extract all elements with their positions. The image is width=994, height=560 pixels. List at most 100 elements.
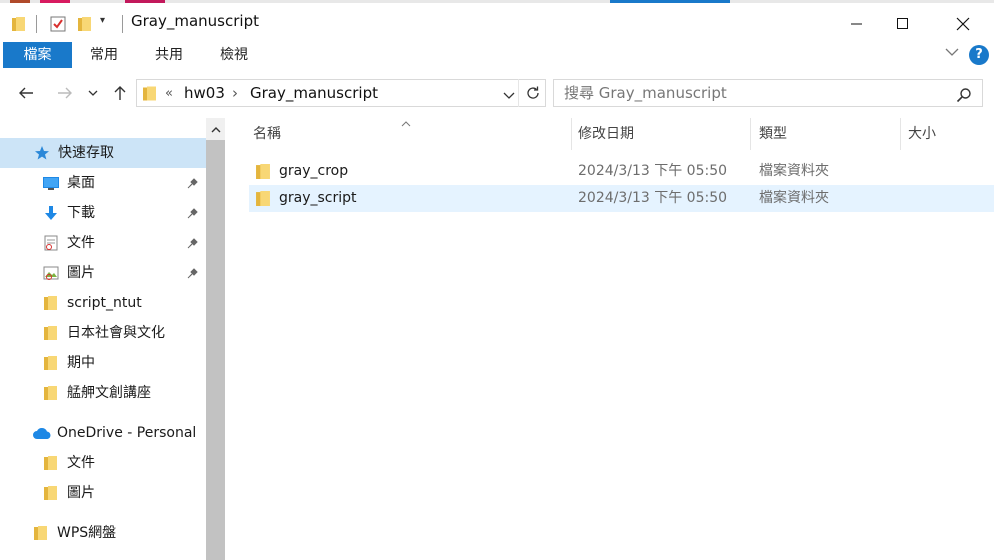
nav-item-wps[interactable]: WPS網盤	[0, 518, 206, 548]
nav-label-script-ntut: script_ntut	[67, 295, 142, 311]
nav-item-quick-access[interactable]: 快速存取	[0, 138, 206, 168]
search-placeholder: 搜尋 Gray_manuscript	[564, 84, 727, 102]
tab-home[interactable]: 常用	[80, 42, 128, 68]
nav-label-wps: WPS網盤	[57, 525, 117, 541]
nav-item-downloads[interactable]: 下載	[0, 198, 206, 228]
nav-label-quick-access: 快速存取	[58, 145, 114, 161]
scroll-up-button[interactable]	[206, 118, 225, 140]
desktop-icon	[43, 177, 59, 190]
arrow-left-icon	[19, 87, 33, 99]
window-title: Gray_manuscript	[131, 12, 259, 30]
nav-item-pictures[interactable]: 圖片	[0, 258, 206, 288]
file-row-gray-crop[interactable]: gray_crop 2024/3/13 下午 05:50 檔案資料夾	[249, 158, 994, 185]
tab-share[interactable]: 共用	[145, 42, 193, 68]
breadcrumb-separator[interactable]: ›	[232, 80, 238, 107]
column-divider[interactable]	[750, 118, 751, 150]
nav-label-onedrive: OneDrive - Personal	[57, 425, 197, 441]
pin-icon[interactable]	[187, 267, 199, 279]
nav-label-midterm: 期中	[67, 355, 95, 371]
minimize-icon	[851, 23, 862, 25]
nav-item-onedrive-documents[interactable]: 文件	[0, 448, 206, 478]
tab-view[interactable]: 檢視	[210, 42, 258, 68]
refresh-button[interactable]	[518, 79, 546, 107]
close-button[interactable]	[940, 6, 986, 42]
help-button[interactable]: ?	[969, 45, 989, 65]
nav-label-documents: 文件	[67, 235, 95, 251]
folder-icon	[44, 386, 57, 400]
breadcrumb-hw03[interactable]: hw03	[184, 80, 225, 107]
breadcrumb-gray-manuscript[interactable]: Gray_manuscript	[250, 80, 378, 107]
properties-checkmark-icon[interactable]	[50, 16, 66, 32]
new-folder-icon[interactable]	[78, 17, 91, 31]
picture-icon	[43, 266, 59, 280]
pin-icon[interactable]	[187, 177, 199, 189]
recent-locations-button[interactable]	[83, 80, 103, 106]
nav-label-onedrive-pictures: 圖片	[67, 485, 95, 501]
title-bar: ▾ Gray_manuscript	[0, 3, 994, 40]
nav-item-documents[interactable]: 文件	[0, 228, 206, 258]
pin-icon[interactable]	[187, 237, 199, 249]
folder-icon	[44, 486, 57, 500]
search-box[interactable]: 搜尋 Gray_manuscript	[553, 79, 983, 107]
title-separator	[36, 15, 37, 33]
address-bar[interactable]: « hw03 › Gray_manuscript	[136, 79, 546, 107]
customize-toolbar-icon[interactable]: ▾	[100, 15, 105, 26]
folder-icon	[12, 17, 25, 31]
search-icon[interactable]	[956, 87, 972, 103]
chevron-down-icon	[88, 90, 98, 96]
column-header-name[interactable]: 名稱	[253, 118, 281, 150]
file-type: 檔案資料夾	[759, 190, 829, 206]
pin-icon[interactable]	[187, 207, 199, 219]
scrollbar-thumb[interactable]	[206, 140, 225, 560]
maximize-icon	[897, 18, 908, 29]
nav-item-onedrive[interactable]: OneDrive - Personal	[0, 418, 206, 448]
folder-icon	[44, 456, 57, 470]
cloud-icon	[33, 428, 51, 439]
nav-label-desktop: 桌面	[67, 175, 95, 191]
tab-file[interactable]: 檔案	[3, 42, 72, 68]
maximize-button[interactable]	[880, 6, 926, 42]
nav-label-onedrive-documents: 文件	[67, 455, 95, 471]
nav-item-desktop[interactable]: 桌面	[0, 168, 206, 198]
minimize-button[interactable]	[834, 6, 880, 42]
column-header-type[interactable]: 類型	[759, 118, 787, 150]
file-name: gray_crop	[279, 163, 349, 179]
column-divider[interactable]	[900, 118, 901, 150]
folder-icon	[256, 191, 270, 206]
nav-item-lecture[interactable]: 艋舺文創講座	[0, 378, 206, 408]
nav-item-midterm[interactable]: 期中	[0, 348, 206, 378]
column-header-modified[interactable]: 修改日期	[578, 118, 634, 150]
file-modified: 2024/3/13 下午 05:50	[578, 163, 728, 179]
nav-label-lecture: 艋舺文創講座	[67, 385, 151, 401]
forward-button[interactable]	[52, 80, 78, 106]
folder-icon	[44, 326, 57, 340]
breadcrumb-overflow[interactable]: «	[165, 80, 173, 107]
up-button[interactable]	[107, 80, 133, 106]
nav-item-script-ntut[interactable]: script_ntut	[0, 288, 206, 318]
refresh-icon	[526, 86, 539, 99]
folder-icon	[143, 86, 156, 101]
sort-indicator-icon	[401, 115, 411, 131]
file-type: 檔案資料夾	[759, 163, 829, 179]
chevron-up-icon	[211, 126, 220, 132]
file-name: gray_script	[279, 190, 357, 206]
arrow-right-icon	[58, 87, 72, 99]
back-button[interactable]	[13, 80, 39, 106]
nav-label-japan-culture: 日本社會與文化	[67, 325, 165, 341]
download-icon	[45, 206, 57, 220]
file-row-gray-script[interactable]: gray_script 2024/3/13 下午 05:50 檔案資料夾	[249, 185, 994, 212]
nav-label-downloads: 下載	[67, 205, 95, 221]
document-icon	[44, 235, 58, 251]
star-icon	[35, 146, 49, 160]
nav-item-onedrive-pictures[interactable]: 圖片	[0, 478, 206, 508]
arrow-up-icon	[114, 86, 126, 100]
column-header-size[interactable]: 大小	[908, 118, 936, 150]
title-separator	[122, 15, 123, 33]
folder-icon	[34, 526, 47, 540]
column-divider[interactable]	[571, 118, 572, 150]
nav-item-japan-culture[interactable]: 日本社會與文化	[0, 318, 206, 348]
close-icon	[956, 17, 970, 31]
expand-ribbon-icon[interactable]	[945, 46, 959, 61]
address-dropdown-icon[interactable]	[503, 88, 515, 104]
file-modified: 2024/3/13 下午 05:50	[578, 190, 728, 206]
